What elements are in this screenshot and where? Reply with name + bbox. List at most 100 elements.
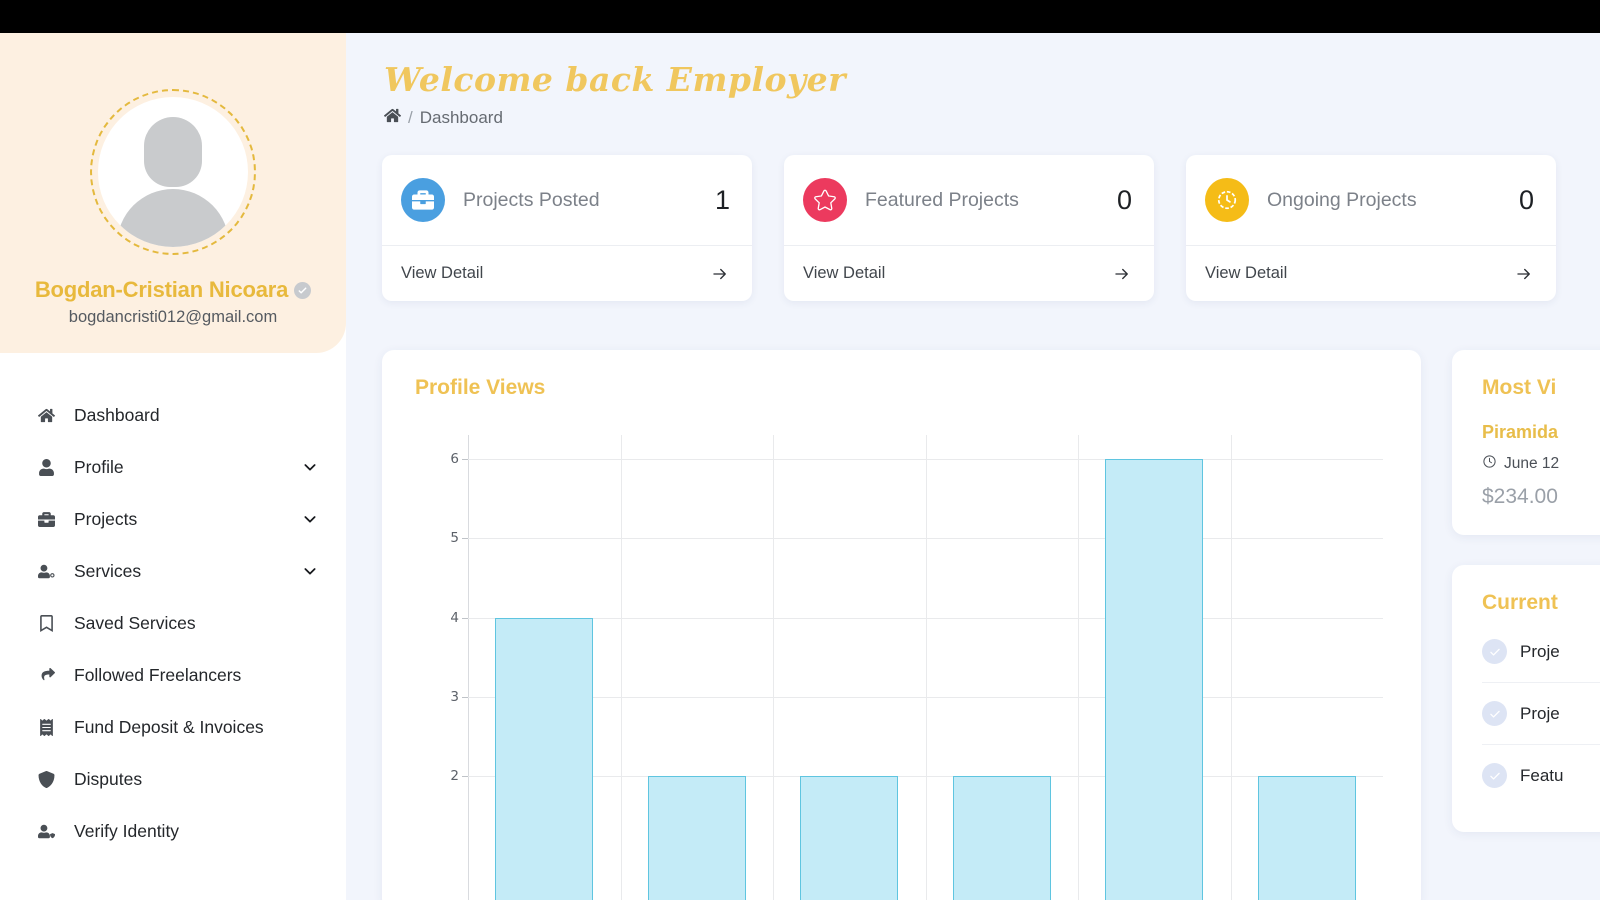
breadcrumb: / Dashboard (383, 107, 503, 129)
shield-icon (38, 770, 64, 788)
check-circle-icon (1482, 639, 1507, 664)
sidebar-item-label: Followed Freelancers (74, 664, 242, 685)
current-list: Proje Proje Featu (1482, 621, 1600, 806)
list-item-label: Featu (1520, 765, 1564, 785)
chart-bar[interactable] (800, 776, 899, 900)
browser-top-bar (0, 0, 1600, 33)
profile-email: bogdancristi012@gmail.com (68, 308, 278, 326)
app-viewport: Bogdan-Cristian Nicoara bogdancristi012@… (0, 0, 1600, 900)
clock-icon (1205, 178, 1249, 222)
stat-card-featured-projects[interactable]: Featured Projects 0 View Detail (784, 155, 1154, 301)
chart-bar[interactable] (1257, 776, 1356, 900)
default-user-avatar-icon (98, 97, 248, 247)
y-axis-tick-label: 3 (450, 688, 459, 705)
clock-icon (1482, 454, 1497, 474)
chart-bar[interactable] (647, 776, 746, 900)
sidebar-item-label: Disputes (74, 768, 143, 789)
current-card: Current Proje Proje Featu (1452, 565, 1600, 832)
bar-chart-plot: 2 3 4 5 6 (450, 435, 1383, 900)
profile-views-chart-card: Profile Views 2 3 4 5 6 (382, 350, 1421, 900)
sidebar-item-followed-freelancers[interactable]: Followed Freelancers (0, 649, 346, 701)
sidebar-item-label: Dashboard (74, 404, 160, 425)
stat-card-value: 0 (1518, 184, 1534, 215)
sidebar-item-verify-identity[interactable]: Verify Identity (0, 805, 346, 857)
chart-bar[interactable] (495, 617, 594, 900)
sidebar-item-profile[interactable]: Profile (0, 441, 346, 493)
chevron-down-icon[interactable] (302, 459, 318, 475)
sidebar-item-fund-deposit-invoices[interactable]: Fund Deposit & Invoices (0, 701, 346, 753)
stat-card-value: 0 (1116, 184, 1132, 215)
sidebar-item-projects[interactable]: Projects (0, 493, 346, 545)
chart-bar[interactable] (952, 776, 1051, 900)
home-icon[interactable] (383, 107, 402, 129)
view-detail-button[interactable]: View Detail (1186, 246, 1556, 301)
briefcase-icon (401, 178, 445, 222)
avatar (90, 89, 256, 255)
stat-card-header: Ongoing Projects 0 (1186, 155, 1556, 245)
stat-card-value: 1 (714, 184, 730, 215)
gridline (620, 435, 622, 900)
stat-card-label: Featured Projects (865, 188, 1019, 211)
most-viewed-card: Most Vi Piramida June 12 $234.00 (1452, 350, 1600, 535)
current-title: Current (1482, 591, 1558, 614)
chart-bar[interactable] (1105, 458, 1204, 900)
list-item-label: Proje (1520, 703, 1560, 723)
profile-name: Bogdan-Cristian Nicoara (34, 277, 289, 302)
y-axis-tick-label: 5 (450, 530, 459, 547)
sidebar-item-label: Projects (74, 508, 138, 529)
user-shield-icon (38, 823, 64, 840)
sidebar-item-label: Verify Identity (74, 820, 180, 841)
chart-title: Profile Views (415, 376, 546, 399)
stat-card-row: Projects Posted 1 View Detail Featured P (382, 155, 1556, 301)
most-viewed-title: Most Vi (1482, 376, 1557, 399)
y-axis-tick-label: 4 (450, 609, 459, 626)
breadcrumb-separator: / (408, 108, 413, 127)
stat-card-header: Featured Projects 0 (784, 155, 1154, 245)
view-detail-button[interactable]: View Detail (784, 246, 1154, 301)
chevron-down-icon[interactable] (302, 511, 318, 527)
breadcrumb-current: Dashboard (419, 108, 503, 127)
side-panel-column: Most Vi Piramida June 12 $234.00 Current (1452, 350, 1600, 832)
star-icon (803, 178, 847, 222)
stat-card-header: Projects Posted 1 (382, 155, 752, 245)
sidebar-item-dashboard[interactable]: Dashboard (0, 389, 346, 441)
verified-check-icon (294, 281, 312, 299)
view-detail-label: View Detail (803, 264, 886, 282)
list-item-label: Proje (1520, 641, 1560, 661)
stat-card-ongoing-projects[interactable]: Ongoing Projects 0 View Detail (1186, 155, 1556, 301)
chart-area: 2 3 4 5 6 (382, 420, 1421, 900)
stat-card-label: Ongoing Projects (1267, 188, 1417, 211)
user-gear-icon (38, 563, 64, 580)
bookmark-icon (38, 614, 64, 632)
sidebar-nav: Dashboard Profile Projects Services Save… (0, 389, 346, 857)
view-detail-button[interactable]: View Detail (382, 246, 752, 301)
most-viewed-project-name[interactable]: Piramida (1482, 422, 1600, 443)
list-item[interactable]: Proje (1482, 683, 1600, 745)
sidebar-item-services[interactable]: Services (0, 545, 346, 597)
arrow-right-icon (1514, 265, 1534, 283)
view-detail-label: View Detail (1205, 264, 1288, 282)
briefcase-icon (38, 511, 64, 528)
sidebar-item-label: Fund Deposit & Invoices (74, 716, 264, 737)
check-circle-icon (1482, 701, 1507, 726)
gridline (1078, 435, 1079, 900)
user-icon (38, 458, 64, 476)
list-item[interactable]: Featu (1482, 745, 1600, 806)
sidebar-item-disputes[interactable]: Disputes (0, 753, 346, 805)
sidebar-item-label: Saved Services (74, 612, 196, 633)
gridline (773, 435, 774, 900)
arrow-right-icon (710, 265, 730, 283)
stat-card-projects-posted[interactable]: Projects Posted 1 View Detail (382, 155, 752, 301)
sidebar-item-saved-services[interactable]: Saved Services (0, 597, 346, 649)
chevron-down-icon[interactable] (302, 563, 318, 579)
list-item[interactable]: Proje (1482, 621, 1600, 683)
most-viewed-price: $234.00 (1482, 485, 1558, 508)
gridline (925, 435, 927, 900)
page-title: Welcome back Employer (384, 60, 847, 99)
most-viewed-date-label: June 12 (1504, 455, 1560, 472)
y-axis (468, 435, 469, 900)
y-axis-tick-label: 6 (450, 450, 459, 467)
most-viewed-date: June 12 (1482, 454, 1600, 474)
check-circle-icon (1482, 763, 1507, 788)
stat-card-label: Projects Posted (463, 188, 600, 211)
